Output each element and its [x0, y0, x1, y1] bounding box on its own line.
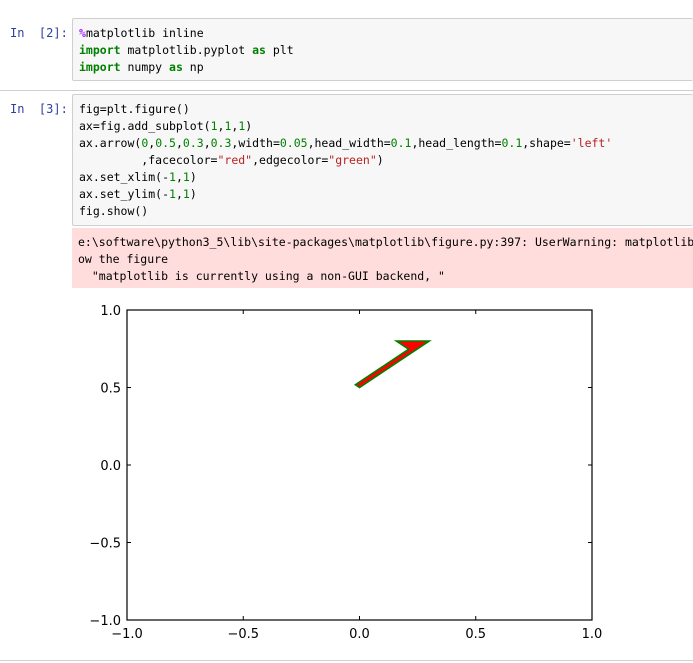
code-token: 0.1 — [501, 136, 523, 150]
code-line: import numpy as np — [79, 59, 693, 76]
y-tick-label: −0.5 — [89, 537, 121, 552]
code-token: plt — [265, 43, 294, 57]
code-token: ax=fig.add_subplot( — [79, 119, 211, 133]
code-line: fig.show() — [79, 203, 693, 220]
x-tick-label: −1.0 — [111, 627, 143, 642]
y-tick-label: 0.5 — [100, 382, 121, 397]
code-token: 0.3 — [210, 136, 232, 150]
stderr-line: e:\software\python3_5\lib\site-packages\… — [78, 235, 693, 249]
code-token: ,width= — [231, 136, 280, 150]
code-token: "red" — [217, 153, 253, 167]
x-tick-label: 1.0 — [582, 627, 603, 642]
input-prompt: In [2]: — [10, 26, 68, 40]
code-token: , — [175, 170, 183, 184]
code-line: fig=plt.figure() — [79, 101, 693, 118]
code-token: 'left' — [570, 136, 613, 150]
code-token: ax.set_ylim(- — [79, 187, 170, 201]
code-token: 1 — [169, 170, 176, 184]
stderr-output: e:\software\python3_5\lib\site-packages\… — [72, 228, 693, 288]
code-token: as — [252, 43, 266, 57]
code-line: ax.set_xlim(-1,1) — [79, 169, 693, 186]
code-token: ) — [189, 170, 197, 184]
code-token: 1 — [182, 170, 190, 184]
code-token: ) — [376, 153, 384, 167]
axes-frame — [126, 309, 593, 621]
stderr-line: "matplotlib is currently using a non-GUI… — [78, 269, 445, 283]
code-token: matplotlib inline — [85, 26, 204, 40]
code-line: ax.set_ylim(-1,1) — [79, 186, 693, 203]
code-token: fig=plt.figure() — [79, 102, 190, 116]
code-token: ,shape= — [522, 136, 571, 150]
code-token: % — [79, 26, 86, 40]
x-tick-label: 0.5 — [465, 627, 486, 642]
code-token: ax.set_xlim(- — [79, 170, 170, 184]
stderr-line: ow the figure — [78, 252, 169, 266]
code-token: , — [203, 136, 211, 150]
code-token: ax.arrow( — [79, 136, 142, 150]
code-line: ,facecolor="red",edgecolor="green") — [79, 152, 693, 169]
code-token: ,facecolor= — [79, 153, 218, 167]
code-line: ax.arrow(0,0.5,0.3,0.3,width=0.05,head_w… — [79, 135, 693, 152]
code-token: ) — [189, 187, 197, 201]
code-token: 0.5 — [155, 136, 176, 150]
code-token: ,head_width= — [307, 136, 391, 150]
code-token: fig.show() — [79, 204, 149, 218]
code-line: %matplotlib inline — [79, 25, 693, 42]
code-token: as — [169, 60, 183, 74]
code-line: import matplotlib.pyplot as plt — [79, 42, 693, 59]
matplotlib-figure: −1.0 −0.5 0.0 0.5 1.0 −1.0 −0.5 0.0 0.5 1.0 — [89, 304, 603, 642]
code-token: "green" — [328, 153, 377, 167]
code-editor[interactable]: %matplotlib inline import matplotlib.pypl… — [72, 18, 693, 81]
y-tick-label: −1.0 — [89, 614, 121, 629]
code-token: , — [175, 136, 183, 150]
y-tick-label: 0.0 — [100, 459, 121, 474]
cell-separator — [0, 660, 693, 661]
code-token: import — [79, 60, 121, 74]
y-tick-label: 1.0 — [100, 304, 121, 319]
x-tick-label: −0.5 — [227, 627, 259, 642]
code-token: , — [175, 187, 183, 201]
code-token: ,edgecolor= — [252, 153, 329, 167]
code-token: 1 — [169, 187, 176, 201]
code-token: np — [182, 60, 204, 74]
code-token: import — [79, 43, 121, 57]
code-token: 1 — [210, 119, 218, 133]
code-token: ) — [245, 119, 253, 133]
code-token: matplotlib.pyplot — [120, 43, 253, 57]
code-line: ax=fig.add_subplot(1,1,1) — [79, 118, 693, 135]
x-tick-label: 0.0 — [349, 627, 370, 642]
code-token: 0.3 — [182, 136, 204, 150]
code-token: numpy — [120, 60, 170, 74]
code-editor[interactable]: fig=plt.figure() ax=fig.add_subplot(1,1,1… — [72, 94, 693, 226]
code-token: 1 — [182, 187, 190, 201]
cell-separator — [0, 90, 693, 91]
code-token: 0.05 — [279, 136, 308, 150]
code-token: 0.1 — [390, 136, 412, 150]
input-prompt: In [3]: — [10, 102, 68, 116]
code-token: ,head_length= — [411, 136, 502, 150]
